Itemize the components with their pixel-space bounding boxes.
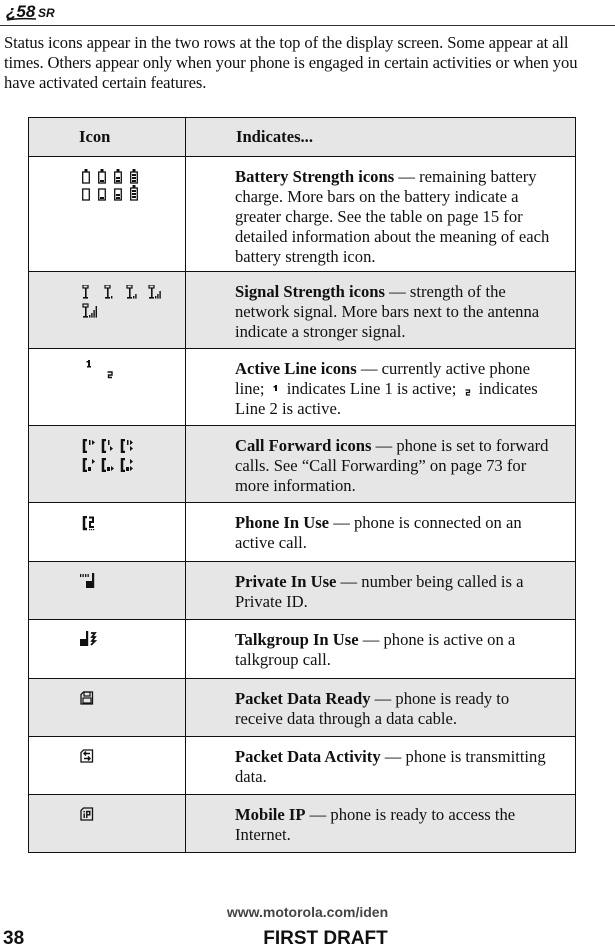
- table-header-row: Icon Indicates...: [28, 117, 576, 157]
- icon-cell: [28, 502, 186, 562]
- signal-strength-icons: [79, 283, 185, 318]
- line-1-icon: [86, 360, 91, 368]
- icon-cell: [28, 736, 186, 795]
- header-rule: [0, 25, 615, 26]
- description-cell: Signal Strength icons — strength of the …: [185, 271, 576, 349]
- call-forward-line2-icon: [82, 458, 95, 472]
- call-forward-line1-both-icon: [120, 439, 133, 453]
- mobile-ip-icon: [80, 807, 94, 821]
- product-logo: ¿58 SR: [4, 0, 66, 22]
- icon-cell: [28, 619, 186, 679]
- battery-two-bars-icon: [114, 169, 122, 184]
- icon-cell: [28, 794, 186, 853]
- table-row: Call Forward icons — phone is set to for…: [28, 425, 576, 503]
- icon-cell: [28, 678, 186, 737]
- battery-full-icon: [130, 169, 138, 184]
- description-cell: Packet Data Ready — phone is ready to re…: [185, 678, 576, 737]
- row-title: Signal Strength icons: [235, 282, 385, 301]
- row-title: Talkgroup In Use: [235, 630, 359, 649]
- icon-cell: [28, 156, 186, 272]
- description-cell: Talkgroup In Use — phone is active on a …: [185, 619, 576, 679]
- i58sr-logo-icon: ¿58 SR: [6, 2, 55, 21]
- call-forward-line1-alt-icon: [101, 439, 113, 453]
- signal-two-bars-icon: [126, 285, 137, 299]
- table-row: Phone In Use — phone is connected on an …: [28, 502, 576, 562]
- battery-one-bar-icon: [98, 169, 106, 184]
- intro-paragraph: Status icons appear in the two rows at t…: [4, 33, 578, 92]
- battery-charging-two-bars-icon: [114, 188, 122, 201]
- battery-charging-full-icon: [130, 185, 138, 201]
- call-forward-line2-both-icon: [120, 458, 133, 472]
- call-forward-line1-icon: [82, 439, 95, 453]
- icon-cell: [28, 271, 186, 349]
- row-title: Packet Data Ready: [235, 689, 371, 708]
- row-title: Mobile IP: [235, 805, 306, 824]
- footer-url: www.motorola.com/iden: [226, 904, 389, 920]
- call-forward-line2-alt-icon: [101, 458, 114, 472]
- row-title: Packet Data Activity: [235, 747, 381, 766]
- icon-cell: [28, 561, 186, 620]
- draft-label: FIRST DRAFT: [263, 928, 388, 949]
- signal-one-bar-icon: [104, 285, 113, 299]
- table-row: Packet Data Activity — phone is transmit…: [28, 736, 576, 795]
- description-cell: Phone In Use — phone is connected on an …: [185, 502, 576, 562]
- row-description: indicates Line 1 is active;: [282, 379, 461, 398]
- signal-three-bars-icon: [148, 285, 161, 299]
- table-row: Talkgroup In Use — phone is active on a …: [28, 619, 576, 679]
- description-cell: Battery Strength icons — remaining batte…: [185, 156, 576, 272]
- active-line-icons: [79, 360, 185, 390]
- description-cell: Active Line icons — currently active pho…: [185, 348, 576, 426]
- battery-strength-icons: [79, 168, 185, 201]
- line-2-icon: [465, 389, 470, 396]
- packet-data-ready-icon: [80, 691, 94, 705]
- description-cell: Packet Data Activity — phone is transmit…: [185, 736, 576, 795]
- battery-charging-one-bar-icon: [98, 188, 106, 201]
- table-row: Packet Data Ready — phone is ready to re…: [28, 678, 576, 737]
- phone-in-use-icon: [82, 515, 95, 531]
- column-header-indicates: Indicates...: [185, 117, 576, 157]
- table-row: Signal Strength icons — strength of the …: [28, 271, 576, 349]
- battery-empty-icon: [82, 169, 90, 184]
- row-title: Battery Strength icons: [235, 167, 395, 186]
- row-title: Active Line icons: [235, 359, 357, 378]
- row-title: Private In Use: [235, 572, 337, 591]
- description-cell: Call Forward icons — phone is set to for…: [185, 425, 576, 503]
- talkgroup-in-use-icon: [80, 631, 98, 646]
- battery-charging-empty-icon: [82, 188, 90, 201]
- icon-cell: [28, 348, 186, 426]
- packet-data-activity-icon: [80, 749, 94, 763]
- row-title: Call Forward icons: [235, 436, 372, 455]
- line-1-icon: [273, 385, 277, 392]
- table-row: Battery Strength icons — remaining batte…: [28, 156, 576, 272]
- status-icons-table: Icon Indicates... Battery Strength icons…: [28, 117, 576, 853]
- table-row: Private In Use — number being called is …: [28, 561, 576, 620]
- signal-four-bars-icon: [82, 303, 97, 318]
- description-cell: Private In Use — number being called is …: [185, 561, 576, 620]
- signal-zero-bars-icon: [82, 285, 89, 299]
- column-header-icon: Icon: [28, 117, 186, 157]
- call-forward-icons: [79, 437, 185, 472]
- row-title: Phone In Use: [235, 513, 330, 532]
- description-cell: Mobile IP — phone is ready to access the…: [185, 794, 576, 853]
- icon-cell: [28, 425, 186, 503]
- table-row: Mobile IP — phone is ready to access the…: [28, 794, 576, 853]
- private-in-use-icon: [80, 573, 95, 588]
- table-row: Active Line icons — currently active pho…: [28, 348, 576, 426]
- svg-text:SR: SR: [38, 6, 55, 20]
- line-2-icon: [107, 371, 113, 379]
